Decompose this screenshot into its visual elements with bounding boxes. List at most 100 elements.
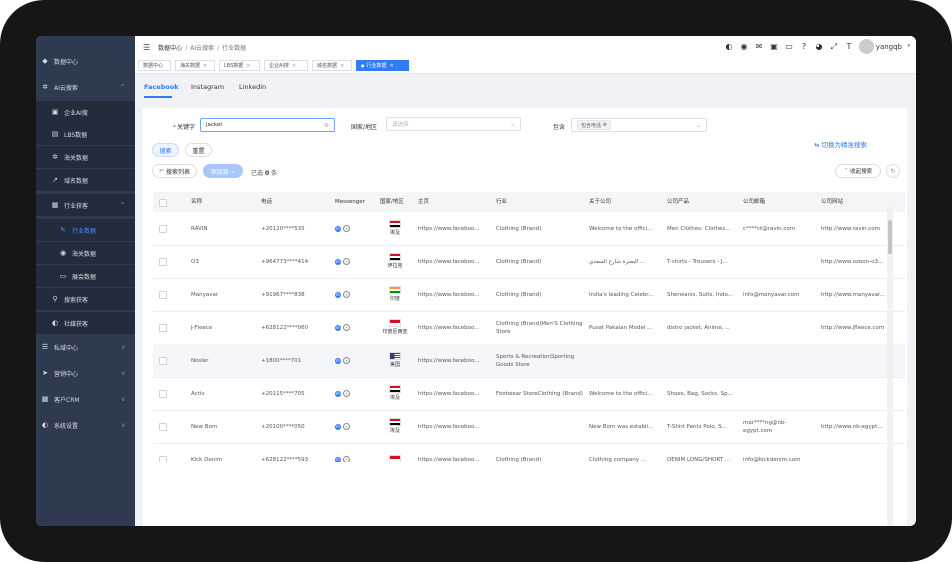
close-icon[interactable]: ×	[340, 63, 344, 69]
row-checkbox[interactable]	[159, 324, 167, 332]
reset-button[interactable]: 重置	[185, 143, 212, 157]
messenger-icon[interactable]: m	[335, 225, 341, 232]
add-contact-icon[interactable]: +	[343, 390, 350, 397]
sidebar-item[interactable]: ⚲ 搜索获客	[36, 288, 135, 310]
include-select[interactable]: 包含电话 ⊗ ⌄	[571, 118, 707, 132]
tag-item[interactable]: 域名数据 ×	[312, 60, 352, 71]
sidebar-item[interactable]: ▦ 行业获客 ^	[36, 194, 135, 216]
cell-email[interactable]: info@manyavar.com	[743, 278, 815, 311]
fullscreen-icon[interactable]: ⤢	[829, 42, 839, 52]
row-checkbox[interactable]	[159, 225, 167, 233]
sidebar-item[interactable]: ✲ AI云搜索 ^	[36, 76, 135, 98]
cell-home[interactable]: https://www.faceboo...	[418, 344, 493, 377]
row-checkbox[interactable]	[159, 423, 167, 431]
cell-home[interactable]: https://www.faceboo...	[418, 377, 493, 410]
table-row[interactable]: Manyavar +91967****838 m + 印度 https://www.fac…	[153, 278, 905, 312]
close-icon[interactable]: ×	[390, 63, 394, 69]
cell-email[interactable]: mar****ng@nb-egypt.com	[743, 410, 815, 443]
sidebar-item[interactable]: ✲ 海关数据	[36, 146, 135, 168]
search-button[interactable]: 搜索	[152, 143, 179, 157]
sidebar-item[interactable]: ▤ LBS数据	[36, 123, 135, 145]
cell-email[interactable]	[743, 377, 815, 410]
tag-item[interactable]: 企业AI搜 ×	[264, 60, 308, 71]
add-contact-icon[interactable]: +	[343, 258, 350, 265]
cell-home[interactable]: https://www.faceboo...	[418, 311, 493, 344]
cell-home[interactable]: https://www.faceboo...	[418, 212, 493, 245]
table-row[interactable]: O3 +964773****414 m + 伊拉克 https://www.faceboo…	[153, 245, 905, 279]
refresh-button[interactable]: ↻	[886, 164, 900, 178]
add-to-button[interactable]: 添加到 ⌄	[203, 164, 243, 178]
cell-email[interactable]: info@kickdenim.com	[743, 443, 815, 463]
tag-item[interactable]: LBS数据 ×	[219, 60, 260, 71]
close-icon[interactable]: ×	[246, 63, 250, 69]
include-phone-chip[interactable]: 包含电话 ⊗	[577, 120, 611, 130]
messenger-icon[interactable]: m	[335, 357, 341, 364]
monitor-icon[interactable]: ▭	[784, 42, 794, 52]
tab-facebook[interactable]: Facebook	[144, 83, 179, 91]
messenger-icon[interactable]: m	[335, 291, 341, 298]
add-contact-icon[interactable]: +	[343, 423, 350, 430]
sidebar-item[interactable]: ☰ 私域中心 v	[36, 336, 135, 358]
tag-item[interactable]: ● 行业数据 ×	[356, 60, 409, 71]
sidebar-item[interactable]: ◆ 数据中心	[36, 50, 135, 72]
switch-precise-search-link[interactable]: ⇆ 切换为精准搜索	[814, 139, 867, 149]
breadcrumb-item[interactable]: AI云搜索	[190, 45, 214, 52]
tab-linkedin[interactable]: Linkedin	[239, 83, 266, 91]
search-list-button[interactable]: ↶ 搜索列表	[152, 164, 197, 178]
breadcrumb-item[interactable]: 数据中心	[158, 45, 182, 52]
clear-icon[interactable]: ⊗	[324, 122, 329, 129]
sidebar-item[interactable]: ◉ 海关数据	[36, 242, 135, 264]
cell-email[interactable]	[743, 344, 815, 377]
cell-home[interactable]: https://www.faceboo...	[418, 245, 493, 278]
table-row[interactable]: RAVIN +20120****535 m + 埃及 https://www.facebo…	[153, 212, 905, 246]
cell-email[interactable]: c****ct@ravin.com	[743, 212, 815, 245]
row-checkbox[interactable]	[159, 390, 167, 398]
theme-icon[interactable]: ◐	[724, 42, 734, 52]
messenger-icon[interactable]: m	[335, 456, 341, 462]
sidebar-item[interactable]: ▭ 展会数据	[36, 265, 135, 287]
select-all-checkbox[interactable]	[159, 199, 167, 207]
wechat-icon[interactable]: ▣	[769, 42, 779, 52]
row-checkbox[interactable]	[159, 258, 167, 266]
tag-item[interactable]: 海关数据 ×	[175, 60, 215, 71]
collapse-search-button[interactable]: ⌃ 收起搜索	[835, 164, 881, 178]
table-row[interactable]: Nosler +1800****701 m + 美国 https://www.facebo…	[153, 344, 905, 378]
messenger-icon[interactable]: m	[335, 324, 341, 331]
close-icon[interactable]: ×	[292, 63, 296, 69]
table-scrollbar[interactable]	[887, 206, 893, 526]
close-icon[interactable]: ×	[203, 63, 207, 69]
cell-home[interactable]: https://www.faceboo...	[418, 443, 493, 463]
row-checkbox[interactable]	[159, 357, 167, 365]
add-contact-icon[interactable]: +	[343, 324, 350, 331]
tab-instagram[interactable]: Instagram	[191, 83, 224, 91]
keyword-input[interactable]: jacket ⊗	[200, 118, 335, 132]
cell-home[interactable]: https://www.faceboo...	[418, 410, 493, 443]
sidebar-item[interactable]: ▩ 客户CRM v	[36, 388, 135, 410]
user-menu-caret-icon[interactable]: ▾	[907, 43, 910, 49]
add-contact-icon[interactable]: +	[343, 357, 350, 364]
whatsapp-icon[interactable]: ◉	[739, 42, 749, 52]
table-row[interactable]: Kick Denim +628122****593 m + https://www.fa…	[153, 443, 905, 462]
tag-item[interactable]: 数据中心	[138, 60, 171, 71]
username[interactable]: yangqb	[876, 43, 902, 51]
cell-email[interactable]	[743, 245, 815, 278]
row-checkbox[interactable]	[159, 456, 167, 462]
sidebar-item[interactable]: ↗ 域名数据	[36, 169, 135, 191]
sidebar-item[interactable]: ◐ 社媒获客	[36, 312, 135, 334]
messenger-icon[interactable]: m	[335, 423, 341, 430]
font-size-icon[interactable]: T	[844, 42, 854, 52]
help-icon[interactable]: ?	[799, 42, 809, 52]
add-contact-icon[interactable]: +	[343, 225, 350, 232]
sidebar-item[interactable]: ➤ 营销中心 v	[36, 362, 135, 384]
add-contact-icon[interactable]: +	[343, 456, 350, 462]
scrollbar-thumb[interactable]	[888, 220, 892, 254]
messenger-icon[interactable]: m	[335, 258, 341, 265]
table-row[interactable]: New Born +20100****050 m + 埃及 https://www.fac…	[153, 410, 905, 444]
table-row[interactable]: J-Fleece +628122****060 m + 印度尼西亚 https://www…	[153, 311, 905, 345]
cell-home[interactable]: https://www.faceboo...	[418, 278, 493, 311]
sidebar-item[interactable]: ▣ 企业AI搜	[36, 101, 135, 123]
avatar[interactable]	[859, 39, 874, 54]
messenger-icon[interactable]: m	[335, 390, 341, 397]
mail-icon[interactable]: ✉	[754, 42, 764, 52]
menu-toggle-icon[interactable]: ☰	[143, 43, 150, 52]
